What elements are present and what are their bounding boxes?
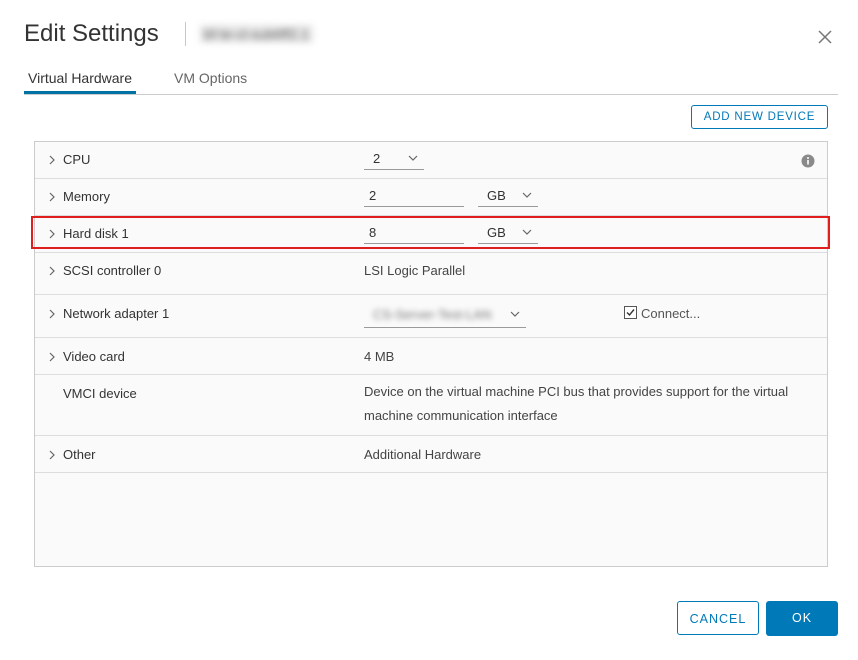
connect-checkbox[interactable] bbox=[624, 306, 637, 319]
hardware-row-cpu: CPU 2 bbox=[35, 142, 827, 179]
chevron-down-icon bbox=[510, 311, 520, 317]
hardware-row-network-adapter: Network adapter 1 CS-Server-Test-LAN Con… bbox=[35, 295, 827, 338]
dialog-title: Edit Settings bbox=[24, 20, 159, 47]
cpu-count-value: 2 bbox=[373, 151, 381, 166]
other-value: Additional Hardware bbox=[364, 447, 482, 462]
network-value: CS-Server-Test-LAN bbox=[373, 307, 492, 322]
hardware-row-hard-disk-1: Hard disk 1 8 GB bbox=[35, 216, 827, 253]
network-select[interactable]: CS-Server-Test-LAN bbox=[364, 306, 526, 328]
tab-virtual-hardware[interactable]: Virtual Hardware bbox=[24, 70, 137, 94]
row-label-hard-disk: Hard disk 1 bbox=[63, 226, 129, 241]
vm-name: bf-te-cl-sub6ff2.1 bbox=[200, 25, 313, 43]
cpu-count-select[interactable]: 2 bbox=[364, 150, 424, 170]
hardware-row-other: Other Additional Hardware bbox=[35, 436, 827, 473]
chevron-right-icon[interactable] bbox=[48, 352, 56, 362]
hardware-row-memory: Memory 2 GB bbox=[35, 179, 827, 216]
chevron-right-icon[interactable] bbox=[48, 266, 56, 276]
hardware-row-video-card: Video card 4 MB bbox=[35, 338, 827, 375]
memory-unit-value: GB bbox=[487, 188, 506, 203]
vmci-value: Device on the virtual machine PCI bus th… bbox=[364, 384, 789, 423]
cancel-button[interactable]: CANCEL bbox=[677, 601, 759, 635]
chevron-right-icon[interactable] bbox=[48, 309, 56, 319]
row-label-cpu: CPU bbox=[63, 152, 91, 167]
chevron-right-icon[interactable] bbox=[48, 155, 56, 165]
row-label-other: Other bbox=[63, 447, 96, 462]
connect-label: Connect... bbox=[641, 306, 701, 321]
memory-size-input[interactable]: 2 bbox=[364, 187, 464, 207]
hard-disk-unit-select[interactable]: GB bbox=[478, 224, 538, 244]
tab-vm-options[interactable]: VM Options bbox=[170, 70, 251, 94]
checkmark-icon bbox=[626, 309, 635, 317]
row-label-vmci: VMCI device bbox=[63, 386, 137, 401]
row-label-memory: Memory bbox=[63, 189, 110, 204]
close-button[interactable] bbox=[814, 26, 836, 48]
scsi-value: LSI Logic Parallel bbox=[364, 263, 466, 278]
add-new-device-button[interactable]: ADD NEW DEVICE bbox=[691, 105, 828, 129]
row-label-scsi: SCSI controller 0 bbox=[63, 263, 162, 278]
hard-disk-size-input[interactable]: 8 bbox=[364, 224, 464, 244]
hard-disk-unit-value: GB bbox=[487, 225, 506, 240]
video-value: 4 MB bbox=[364, 349, 395, 364]
ok-button[interactable]: OK bbox=[766, 601, 838, 636]
hardware-table: CPU 2 Memory 2 GB Hard disk 1 8 GB SCSI … bbox=[34, 141, 828, 567]
chevron-down-icon bbox=[522, 229, 532, 235]
info-icon[interactable] bbox=[801, 154, 815, 168]
hardware-row-vmci-device: VMCI device Device on the virtual machin… bbox=[35, 375, 827, 436]
row-label-video: Video card bbox=[63, 349, 125, 364]
chevron-right-icon[interactable] bbox=[48, 229, 56, 239]
chevron-down-icon bbox=[522, 192, 532, 198]
memory-unit-select[interactable]: GB bbox=[478, 187, 538, 207]
chevron-right-icon[interactable] bbox=[48, 450, 56, 460]
chevron-down-icon bbox=[408, 155, 418, 161]
tab-bar: Virtual Hardware VM Options bbox=[24, 62, 838, 95]
edit-settings-dialog: Edit Settings bf-te-cl-sub6ff2.1 Virtual… bbox=[0, 0, 858, 660]
row-label-network: Network adapter 1 bbox=[63, 306, 170, 321]
chevron-right-icon[interactable] bbox=[48, 192, 56, 202]
close-icon bbox=[818, 30, 832, 44]
title-divider bbox=[185, 22, 186, 46]
hardware-row-scsi-controller: SCSI controller 0 LSI Logic Parallel bbox=[35, 253, 827, 295]
